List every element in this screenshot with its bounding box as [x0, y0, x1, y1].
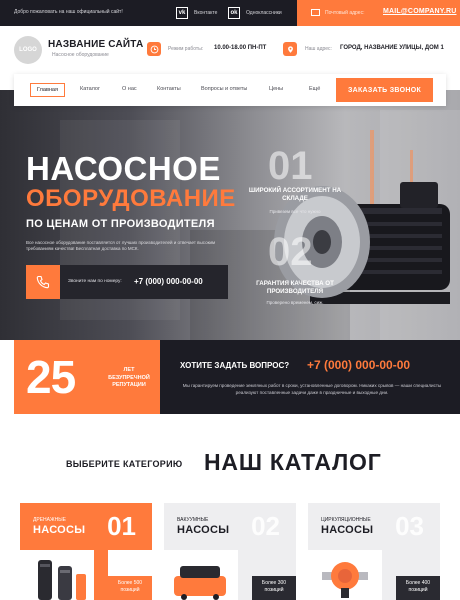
- feature-title: ШИРОКИЙ АССОРТИМЕНТ НА СКЛАДЕ: [248, 187, 342, 202]
- card-accent: [252, 550, 296, 576]
- catalog-title: НАШ КАТАЛОГ: [204, 449, 382, 475]
- hero-title-line2: ОБОРУДОВАНИЕ: [26, 185, 236, 212]
- feature-subtitle: Привезем все что нужно: [269, 209, 321, 214]
- hero-phone-label: Звоните нам по номеру:: [68, 279, 122, 284]
- question-panel: ХОТИТЕ ЗАДАТЬ ВОПРОС? +7 (000) 000-00-00…: [160, 340, 460, 414]
- hero-title-line1: НАСОСНОЕ: [26, 150, 221, 187]
- feature-number: 02: [268, 230, 313, 274]
- category-card-drainage[interactable]: ДРЕНАЖНЫЕ НАСОСЫ 01 Более 500 позиций: [20, 503, 152, 600]
- card-title: НАСОСЫ: [321, 524, 374, 536]
- ok-label: Одноклассники: [246, 10, 282, 16]
- years-badge: 25 ЛЕТ БЕЗУПРЕЧНОЙ РЕПУТАЦИИ: [14, 340, 160, 414]
- logo[interactable]: LOGO: [14, 36, 42, 64]
- card-count: Более 400 позиций: [396, 576, 440, 600]
- welcome-text: Добро пожаловать на наш официальный сайт…: [14, 9, 123, 15]
- feature-number: 01: [268, 144, 313, 188]
- envelope-icon: [311, 9, 320, 16]
- nav-item-more[interactable]: Ещё: [309, 86, 320, 92]
- card-subtitle: ДРЕНАЖНЫЕ: [33, 517, 66, 523]
- question-text: Мы гарантируем проведение земляных работ…: [182, 383, 442, 395]
- category-card-vacuum[interactable]: ВАКУУМНЫЕ НАСОСЫ 02 Более 300 позиций: [164, 503, 296, 600]
- card-count: Более 300 позиций: [252, 576, 296, 600]
- nav-item-faq[interactable]: Вопросы и ответы: [201, 86, 247, 92]
- main-nav: Главная Каталог О нас Контакты Вопросы и…: [14, 74, 446, 106]
- mail-box: Почтовый адрес: MAIL@COMPANY.RU: [297, 0, 460, 26]
- site-name: НАЗВАНИЕ САЙТА: [48, 39, 144, 50]
- card-subtitle: ЦИРКУЛЯЦИОННЫЕ: [321, 517, 371, 523]
- feature-subtitle: Проверено временем, сиж.: [266, 300, 324, 305]
- category-card-circulation[interactable]: ЦИРКУЛЯЦИОННЫЕ НАСОСЫ 03 Более 400 позиц…: [308, 503, 440, 600]
- location-pin-icon: [283, 42, 297, 56]
- nav-item-prices[interactable]: Цены: [269, 86, 283, 92]
- ok-link[interactable]: ok Одноклассники: [228, 7, 282, 19]
- vk-icon: vk: [176, 7, 188, 19]
- question-phone[interactable]: +7 (000) 000-00-00: [307, 358, 410, 372]
- circulation-pump-image: [308, 550, 382, 600]
- ok-icon: ok: [228, 7, 240, 19]
- mail-address-link[interactable]: MAIL@COMPANY.RU: [383, 8, 456, 15]
- years-number: 25: [26, 351, 76, 403]
- card-title: НАСОСЫ: [177, 524, 230, 536]
- hero-title-line3: ПО ЦЕНАМ ОТ ПРОИЗВОДИТЕЛЯ: [26, 218, 215, 230]
- nav-item-catalog[interactable]: Каталог: [80, 86, 100, 92]
- feature-title: ГАРАНТИЯ КАЧЕСТВА ОТ ПРОИЗВОДИТЕЛЯ: [256, 280, 334, 295]
- top-bar: Добро пожаловать на наш официальный сайт…: [0, 0, 460, 26]
- phone-icon: [26, 265, 60, 299]
- catalog-select-label: ВЫБЕРИТЕ КАТЕГОРИЮ: [66, 459, 183, 469]
- hero-description: Все насосное оборудование поставляется о…: [26, 240, 216, 251]
- hero-phone-number[interactable]: +7 (000) 000-00-00: [134, 277, 203, 286]
- nav-item-home[interactable]: Главная: [30, 83, 65, 97]
- years-label: ЛЕТ БЕЗУПРЕЧНОЙ РЕПУТАЦИИ: [108, 367, 150, 388]
- hours-label: Режим работы:: [168, 46, 204, 52]
- address-value: ГОРОД, НАЗВАНИЕ УЛИЦЫ, ДОМ 1: [340, 45, 444, 51]
- site-subtitle: Насосное оборудование: [52, 52, 109, 58]
- hours-value: 10.00-18.00 ПН-ПТ: [214, 45, 267, 51]
- nav-item-about[interactable]: О нас: [122, 86, 137, 92]
- card-title: НАСОСЫ: [33, 524, 86, 536]
- vk-link[interactable]: vk Вконтакте: [176, 7, 217, 19]
- card-number: 03: [395, 511, 424, 541]
- order-call-button[interactable]: ЗАКАЗАТЬ ЗВОНОК: [336, 78, 433, 102]
- card-number: 02: [251, 511, 280, 541]
- vacuum-pump-image: [164, 550, 238, 600]
- card-count: Более 500 позиций: [108, 576, 152, 600]
- card-number: 01: [107, 511, 136, 541]
- card-subtitle: ВАКУУМНЫЕ: [177, 517, 209, 523]
- clock-icon: [147, 42, 161, 56]
- hero-phone-box[interactable]: Звоните нам по номеру: +7 (000) 000-00-0…: [26, 265, 228, 299]
- hero-banner: НАСОСНОЕ ОБОРУДОВАНИЕ ПО ЦЕНАМ ОТ ПРОИЗВ…: [0, 90, 460, 340]
- vk-label: Вконтакте: [194, 10, 218, 16]
- card-accent: [396, 550, 440, 576]
- nav-item-contacts[interactable]: Контакты: [157, 86, 181, 92]
- mail-label: Почтовый адрес:: [325, 10, 365, 16]
- drainage-pump-image: [20, 550, 94, 600]
- address-label: Наш адрес:: [305, 46, 332, 52]
- card-accent: [108, 550, 152, 576]
- question-title: ХОТИТЕ ЗАДАТЬ ВОПРОС?: [180, 361, 290, 370]
